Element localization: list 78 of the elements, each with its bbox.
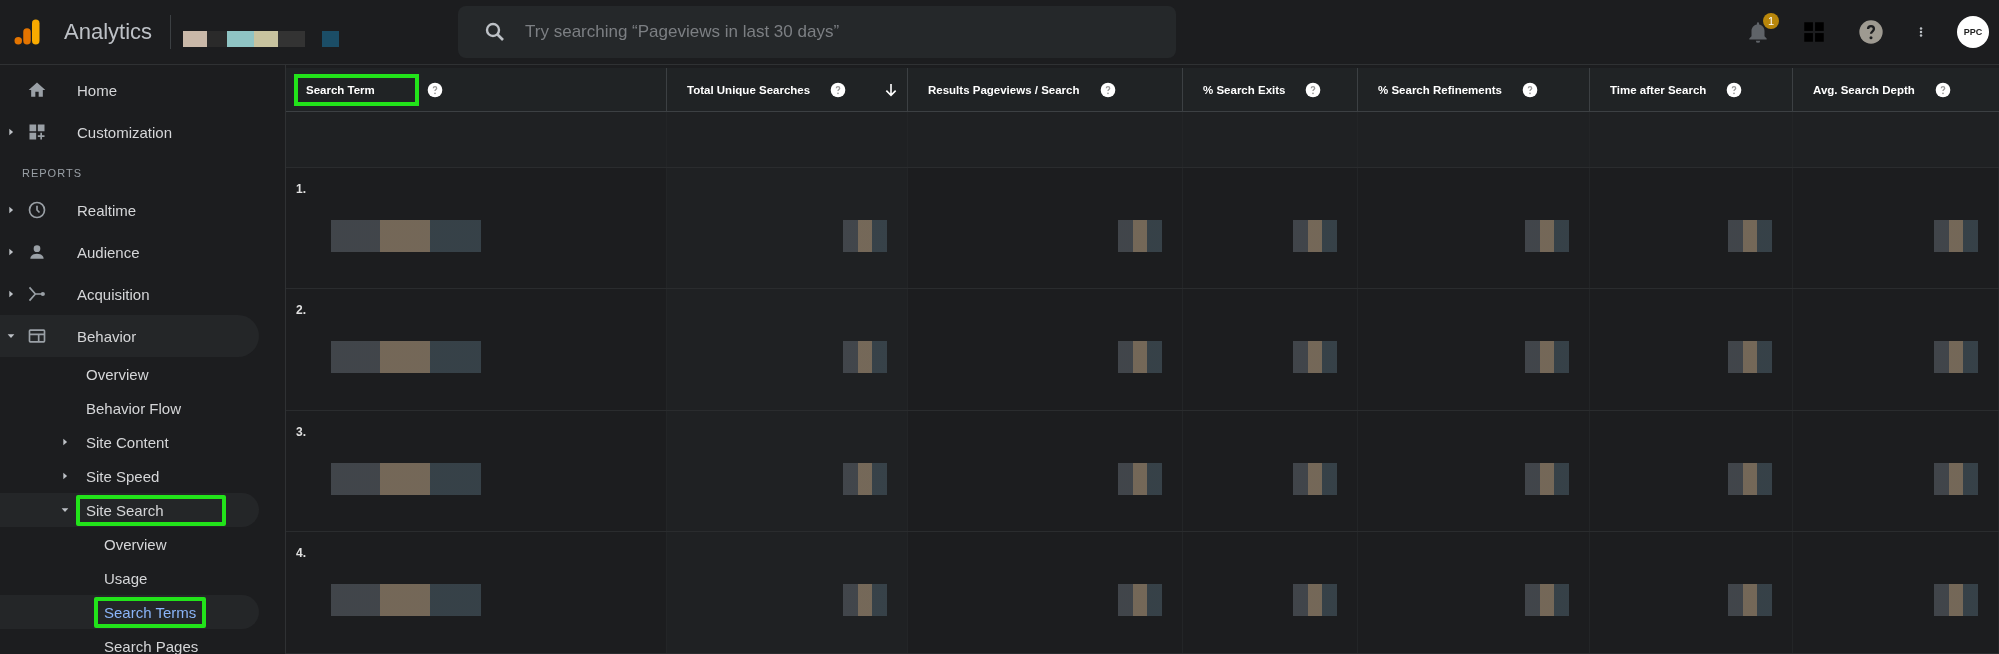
help-icon[interactable] [1522,81,1538,98]
redacted-value [1728,584,1772,617]
redacted-value [1525,462,1569,495]
column-header[interactable]: Time after Search [1598,73,1719,106]
help-icon[interactable] [426,81,443,98]
sidebar-item[interactable]: Site Content [76,426,179,458]
caret-icon[interactable] [60,505,70,515]
sidebar-item[interactable]: Search Pages [94,630,209,654]
dashboard-icon [27,122,47,142]
redacted-value [1525,341,1569,374]
redacted-value [843,219,887,252]
clock-icon [27,200,47,220]
caret-icon[interactable] [60,471,70,481]
account-avatar[interactable]: PPC [1957,16,1989,48]
sidebar-item[interactable]: Acquisition [67,278,160,310]
window-icon [27,326,47,346]
redacted-value [1934,462,1978,495]
row-number: 2. [296,303,306,318]
sidebar-item[interactable]: Home [67,74,127,106]
redacted-value [1118,462,1162,495]
person-icon [27,242,47,262]
sidebar-item[interactable]: Usage [94,562,158,594]
column-header[interactable]: Search Term [294,73,419,106]
redacted-value [1118,341,1162,374]
column-header[interactable]: Results Pageviews / Search [916,73,1092,106]
redacted-value [1934,219,1978,252]
column-header[interactable]: % Search Exits [1191,73,1298,106]
app-title: Analytics [64,19,153,45]
search-field[interactable]: Try searching “Pageviews in last 30 days” [458,6,1177,58]
sidebar-item[interactable]: Customization [67,116,183,148]
redacted-value [1728,341,1772,374]
sidebar-item[interactable]: Site Search [76,494,226,526]
redacted-value [1934,341,1978,374]
redacted-value [843,462,887,495]
sidebar-item[interactable]: Overview [76,358,159,390]
redacted-value [1728,462,1772,495]
house-icon [27,80,47,100]
help-icon[interactable] [1857,18,1885,46]
column-header[interactable]: % Search Refinements [1366,73,1514,106]
help-icon[interactable] [1726,81,1743,98]
caret-icon[interactable] [6,331,16,341]
redacted-value [1934,584,1978,617]
column-header[interactable]: Avg. Search Depth [1801,73,1927,106]
redacted-value [1118,584,1162,617]
redacted-value [1293,584,1337,617]
sidebar-item[interactable]: Behavior Flow [76,392,192,424]
redacted-value [1118,219,1162,252]
caret-icon[interactable] [6,289,16,299]
redacted-value [1293,341,1337,374]
sidebar-item[interactable]: Search Terms [94,596,207,628]
caret-icon[interactable] [6,247,16,257]
redacted-value [1728,219,1772,252]
redacted-value [1293,219,1337,252]
help-icon[interactable] [830,81,847,98]
redacted-value [843,341,887,374]
row-number: 1. [296,181,306,196]
redacted-value [1293,462,1337,495]
row-number: 3. [296,424,306,439]
sidebar-item[interactable]: Site Speed [76,460,170,492]
help-icon[interactable] [1099,81,1116,98]
sidebar-item[interactable]: Overview [94,528,177,560]
caret-icon[interactable] [60,437,70,447]
help-icon[interactable] [1934,81,1951,98]
notification-count-badge: 1 [1763,13,1779,29]
sort-down-arrow-icon[interactable] [883,81,899,98]
fork-icon [27,284,47,304]
caret-icon[interactable] [6,205,16,215]
section-heading: REPORTS [21,166,83,181]
redacted-value [1525,219,1569,252]
column-header[interactable]: Total Unique Searches [675,73,823,106]
sidebar-item[interactable]: Realtime [67,194,147,226]
row-number: 4. [296,546,306,561]
caret-icon[interactable] [6,127,16,137]
help-icon[interactable] [1305,81,1322,98]
redacted-value [1525,584,1569,617]
sidebar-item[interactable]: Audience [67,236,150,268]
analytics-logo-icon [12,17,42,47]
redacted-value [843,584,887,617]
